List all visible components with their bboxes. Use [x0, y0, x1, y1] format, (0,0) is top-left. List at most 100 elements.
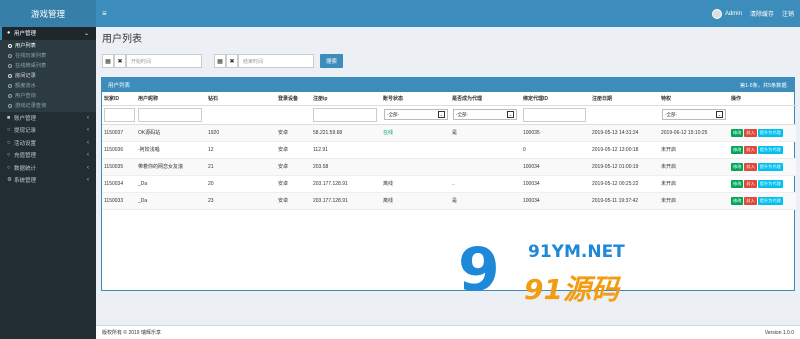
filter-ip[interactable]: [313, 107, 378, 122]
edit-button[interactable]: 修改: [731, 145, 744, 154]
col-is-agent[interactable]: 是否成为代理: [450, 92, 521, 106]
search-button[interactable]: 搜索: [320, 54, 344, 68]
sidebar-item-online-tables[interactable]: 在线牌桌列表: [0, 61, 96, 71]
col-diamond[interactable]: 钻石: [206, 92, 276, 106]
chevron-left-icon: ‹: [87, 114, 89, 121]
col-status[interactable]: 账号状态: [381, 92, 450, 106]
col-reg-date[interactable]: 注册日期: [590, 92, 659, 106]
clear-icon[interactable]: ✖: [226, 54, 238, 68]
cell-ip: 203.177.128.91: [311, 175, 381, 193]
cell-priv: 未开启: [659, 175, 729, 193]
col-player-id[interactable]: 玩家ID: [102, 92, 136, 106]
calendar-icon[interactable]: ▦: [102, 54, 114, 68]
cell-device: 安卓: [276, 124, 311, 142]
col-reg-ip[interactable]: 注册ip: [311, 92, 381, 106]
edit-button[interactable]: 修改: [731, 162, 744, 171]
filter-nickname[interactable]: [138, 107, 203, 122]
user-menu[interactable]: Admin: [711, 8, 742, 19]
user-table: 玩家ID 用户昵称 钻石 登录设备 注册ip 账号状态 是否成为代理 绑定代理I…: [102, 92, 796, 210]
sidebar-group-label: 用户管理: [14, 31, 37, 38]
sidebar-item-user-query[interactable]: 用户查询: [0, 91, 96, 101]
filter-status-select[interactable]: -全部- ⌄: [384, 109, 448, 120]
edit-button[interactable]: 修改: [731, 128, 744, 137]
calendar-icon[interactable]: ▦: [214, 54, 226, 68]
filter-agent-select[interactable]: -全部- ⌄: [453, 109, 517, 120]
cell-device: 安卓: [276, 141, 311, 159]
cell-ip: 112.91: [311, 141, 381, 159]
circle-icon: [8, 43, 12, 48]
col-privilege[interactable]: 特权: [659, 92, 729, 106]
sidebar-item-user-list[interactable]: 用户列表: [0, 41, 96, 51]
edit-button[interactable]: 修改: [731, 179, 744, 188]
sidebar-group-withdraw[interactable]: ○ 提现记录 ‹: [0, 124, 96, 137]
sidebar-group-account[interactable]: ■ 账户管理 ‹: [0, 112, 96, 125]
block-button[interactable]: 封入: [744, 196, 757, 205]
chevron-down-icon: ⌄: [507, 111, 514, 118]
top-navbar: ≡ Admin 清除缓存 注销: [96, 0, 800, 27]
end-date-input[interactable]: 结束时间: [238, 54, 314, 68]
filter-player-id[interactable]: [104, 107, 136, 122]
menu-toggle-icon[interactable]: ≡: [102, 9, 107, 18]
filter-privilege-select[interactable]: -全部- ⌄: [662, 109, 726, 120]
chevron-down-icon: ⌄: [83, 30, 89, 37]
cell-diamond: 20: [206, 175, 276, 193]
col-bind-agent[interactable]: 绑定代理ID: [521, 92, 590, 106]
sidebar-item-label: 在线牌桌列表: [15, 63, 47, 69]
date-filter-bar: ▦ ✖ 开始时间 ▦ ✖ 结束时间 搜索: [102, 54, 344, 68]
sidebar-item-quota-flow[interactable]: 额度流水: [0, 81, 96, 91]
sidebar-group-label: 充值管理: [14, 153, 37, 160]
user-name: Admin: [724, 10, 742, 17]
block-button[interactable]: 封入: [744, 162, 757, 171]
sidebar-group-stats[interactable]: ○ 数据统计 ‹: [0, 162, 96, 175]
cell-bind: 100035: [521, 124, 590, 142]
sidebar-group-users[interactable]: ● 用户管理 ⌄: [0, 27, 96, 40]
sidebar-item-label: 用户列表: [15, 43, 36, 49]
cell-status: [381, 158, 450, 176]
block-button[interactable]: 封入: [744, 128, 757, 137]
cell-agent: [450, 158, 521, 176]
cell-agent: [450, 141, 521, 159]
sidebar-item-online-players[interactable]: 在线玩家列表: [0, 51, 96, 61]
footer: 版权所有 © 2019 瑞辉乐享 Version 1.0.0: [96, 325, 800, 339]
cell-id: 1150033: [102, 192, 136, 210]
col-nickname[interactable]: 用户昵称: [136, 92, 206, 106]
block-button[interactable]: 封入: [744, 145, 757, 154]
promote-agent-button[interactable]: 提升为代理: [757, 162, 783, 171]
sidebar-group-recharge[interactable]: ○ 充值管理 ‹: [0, 149, 96, 162]
sidebar-group-system[interactable]: ⚙ 系统管理 ‹: [0, 174, 96, 187]
sidebar-group-label: 账户管理: [14, 115, 37, 122]
filter-bind-agent[interactable]: [523, 107, 587, 122]
promote-agent-button[interactable]: 提升为代理: [757, 179, 783, 188]
start-date-input[interactable]: 开始时间: [126, 54, 202, 68]
sidebar-item-game-records[interactable]: 游戏记录查询: [0, 101, 96, 111]
promote-agent-button[interactable]: 提升为代理: [757, 196, 783, 205]
sidebar-item-room-records[interactable]: 房间记录: [0, 71, 96, 81]
select-value: -全部-: [387, 111, 399, 117]
cell-id: 1150034: [102, 175, 136, 193]
avatar: [711, 8, 722, 19]
edit-button[interactable]: 修改: [731, 196, 744, 205]
clear-icon[interactable]: ✖: [114, 54, 126, 68]
cell-nick: OK源码站: [136, 124, 206, 142]
chevron-left-icon: ‹: [87, 177, 89, 184]
circle-icon: [8, 93, 12, 98]
chevron-down-icon: ⌄: [716, 111, 723, 118]
clear-cache-link[interactable]: 清除缓存: [750, 9, 774, 18]
col-device[interactable]: 登录设备: [276, 92, 311, 106]
sidebar-group-label: 系统管理: [14, 178, 37, 185]
cell-priv: 未开启: [659, 192, 729, 210]
promote-agent-button[interactable]: 提升为代理: [757, 145, 783, 154]
chevron-left-icon: ‹: [87, 127, 89, 134]
recharge-icon: ○: [7, 152, 11, 159]
cell-bind: 100034: [521, 175, 590, 193]
block-button[interactable]: 封入: [744, 179, 757, 188]
sidebar-group-activity[interactable]: ○ 活动设置 ‹: [0, 137, 96, 150]
cell-status: 在线: [381, 124, 450, 142]
promote-agent-button[interactable]: 提升为代理: [757, 128, 783, 137]
cell-reg: 2019-05-12 13:00:18: [590, 141, 659, 159]
cell-agent: 是: [450, 192, 521, 210]
table-row: 1150035 带着你的网恋女友滚 21 安卓 203.58 100034 2019-05-…: [102, 158, 796, 176]
app-logo[interactable]: 游戏管理: [0, 0, 96, 27]
logout-link[interactable]: 注销: [782, 9, 794, 18]
activity-icon: ○: [7, 139, 11, 146]
